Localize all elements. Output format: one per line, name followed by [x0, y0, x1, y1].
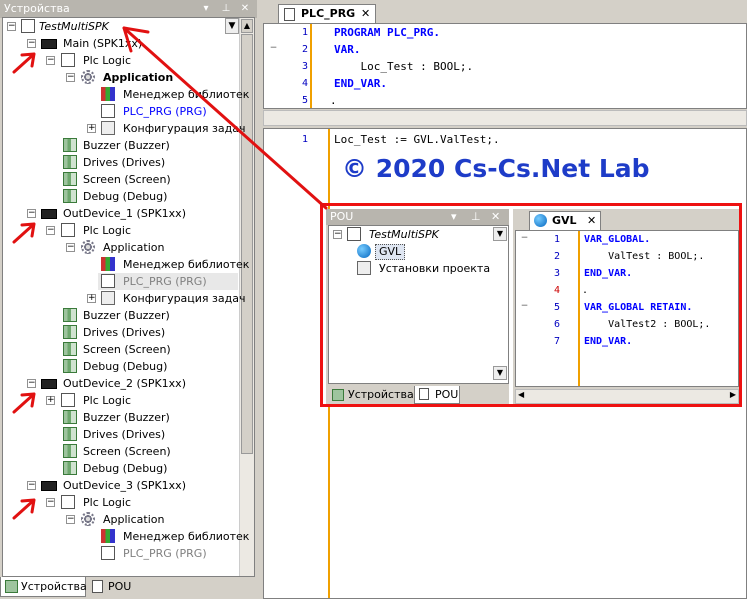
arrow-outdevice-3	[12, 498, 36, 520]
arrow-to-project	[122, 26, 328, 210]
arrow-outdevice-1	[12, 222, 36, 244]
annotation-layer	[12, 26, 328, 520]
arrow-main-device	[12, 52, 36, 74]
annotation-arrows	[12, 26, 328, 520]
arrow-outdevice-2	[12, 392, 36, 414]
